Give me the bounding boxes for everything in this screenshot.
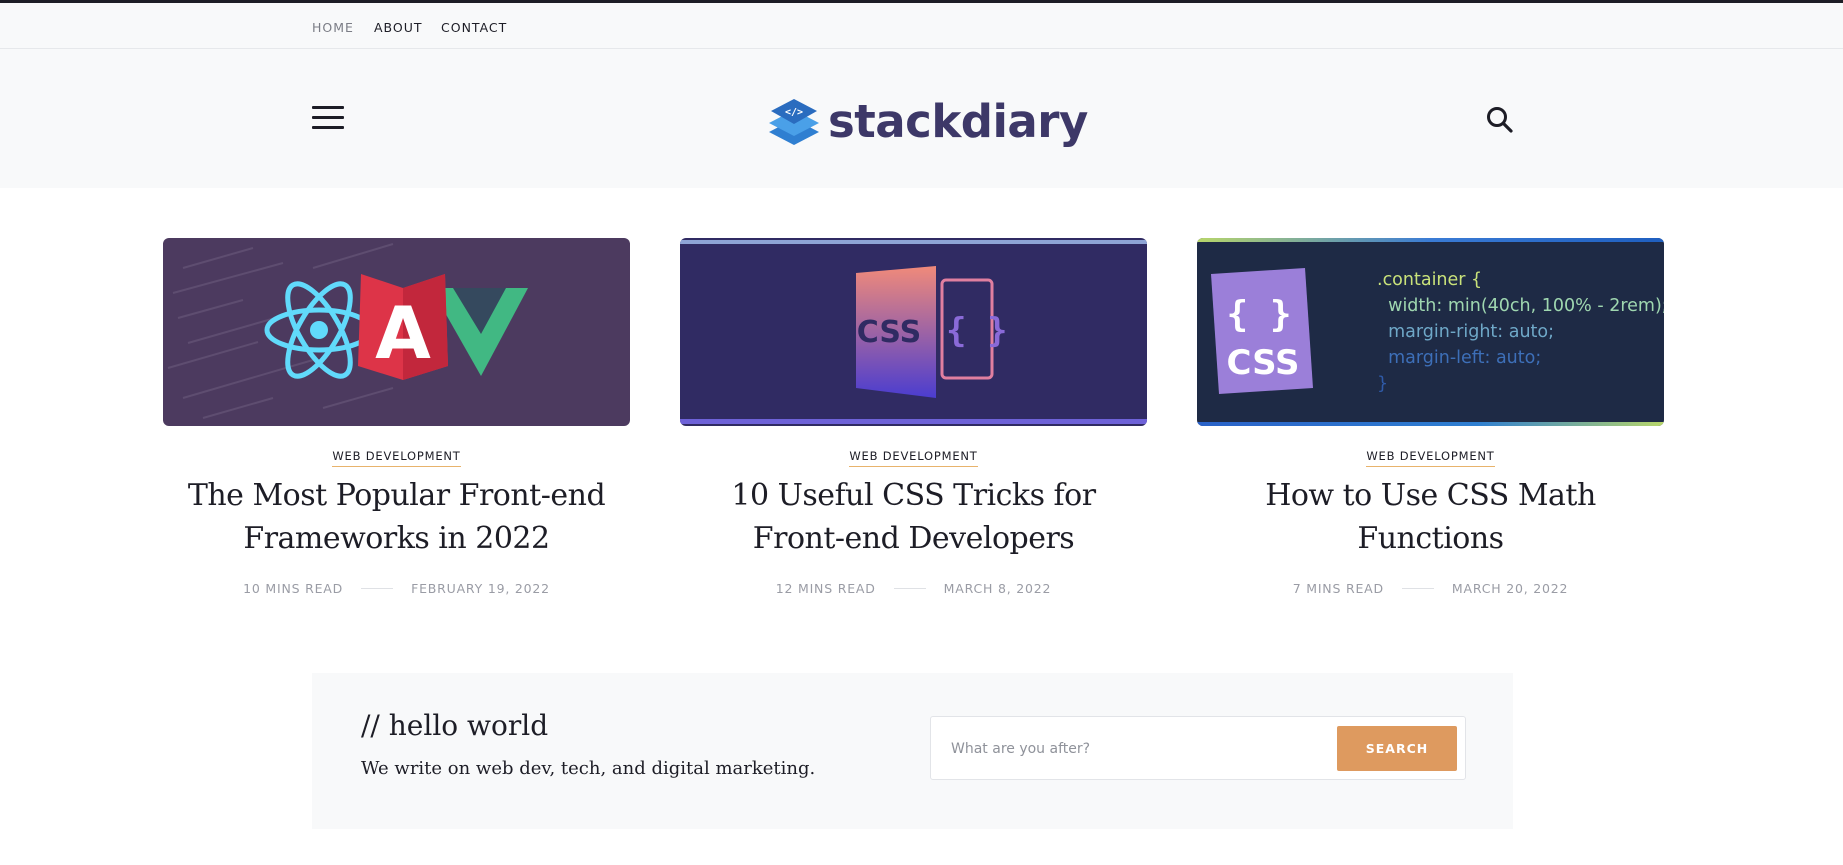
top-navigation: HOME ABOUT CONTACT: [0, 3, 1843, 49]
meta-divider: [1401, 588, 1434, 589]
frameworks-thumbnail-image: A: [163, 238, 630, 426]
svg-text:.container {: .container {: [1377, 270, 1482, 290]
site-logo[interactable]: </> stackdiary: [768, 95, 1088, 149]
nav-contact-link[interactable]: CONTACT: [441, 20, 507, 35]
article-meta: 10 MINS READ FEBRUARY 19, 2022: [163, 581, 630, 596]
svg-text:}: }: [1377, 374, 1388, 394]
hamburger-menu-icon[interactable]: [312, 104, 344, 132]
publish-date: FEBRUARY 19, 2022: [411, 581, 550, 596]
svg-text:width: min(40ch, 100% - 2rem);: width: min(40ch, 100% - 2rem);: [1377, 296, 1664, 316]
meta-divider: [361, 588, 394, 589]
svg-text:margin-left: auto;: margin-left: auto;: [1377, 348, 1541, 368]
article-meta: 7 MINS READ MARCH 20, 2022: [1197, 581, 1664, 596]
css-math-thumbnail-image: { } CSS .container { width: min(40ch, 10…: [1197, 238, 1664, 426]
nav-home-link[interactable]: HOME: [312, 20, 354, 35]
svg-text:CSS: CSS: [857, 315, 921, 350]
read-time: 7 MINS READ: [1292, 581, 1384, 596]
article-thumbnail[interactable]: { } CSS .container { width: min(40ch, 10…: [1197, 238, 1664, 426]
article-title[interactable]: How to Use CSS Math Functions: [1207, 474, 1654, 560]
svg-text:A: A: [375, 291, 431, 375]
svg-text:CSS: CSS: [1226, 343, 1299, 383]
logo-text: stackdiary: [828, 95, 1088, 148]
article-thumbnail[interactable]: CSS { }: [680, 238, 1147, 426]
article-meta: 12 MINS READ MARCH 8, 2022: [680, 581, 1147, 596]
read-time: 10 MINS READ: [243, 581, 344, 596]
search-input[interactable]: [949, 735, 1313, 763]
read-time: 12 MINS READ: [775, 581, 876, 596]
category-label[interactable]: WEB DEVELOPMENT: [849, 449, 978, 467]
meta-divider: [893, 588, 926, 589]
svg-text:{ }: { }: [1226, 294, 1291, 335]
nav-about-link[interactable]: ABOUT: [374, 20, 423, 35]
article-title[interactable]: The Most Popular Front-end Frameworks in…: [173, 474, 620, 560]
search-icon[interactable]: [1485, 105, 1515, 135]
svg-text:{ }: { }: [946, 311, 1007, 351]
search-button[interactable]: SEARCH: [1337, 726, 1457, 771]
article-title[interactable]: 10 Useful CSS Tricks for Front-end Devel…: [690, 474, 1137, 560]
css-tricks-thumbnail-image: CSS { }: [680, 238, 1147, 426]
publish-date: MARCH 8, 2022: [943, 581, 1052, 596]
article-thumbnail[interactable]: A: [163, 238, 630, 426]
svg-text:margin-right: auto;: margin-right: auto;: [1377, 322, 1554, 342]
category-label[interactable]: WEB DEVELOPMENT: [1366, 449, 1495, 467]
category-label[interactable]: WEB DEVELOPMENT: [332, 449, 461, 467]
search-form: SEARCH: [930, 716, 1466, 780]
hello-heading: // hello world: [361, 709, 549, 742]
logo-layers-icon: </>: [769, 99, 819, 145]
hello-world-section: // hello world We write on web dev, tech…: [312, 673, 1513, 829]
publish-date: MARCH 20, 2022: [1451, 581, 1569, 596]
svg-text:</>: </>: [785, 107, 803, 118]
angular-logo-icon: A: [358, 274, 448, 380]
hello-description: We write on web dev, tech, and digital m…: [361, 758, 816, 779]
